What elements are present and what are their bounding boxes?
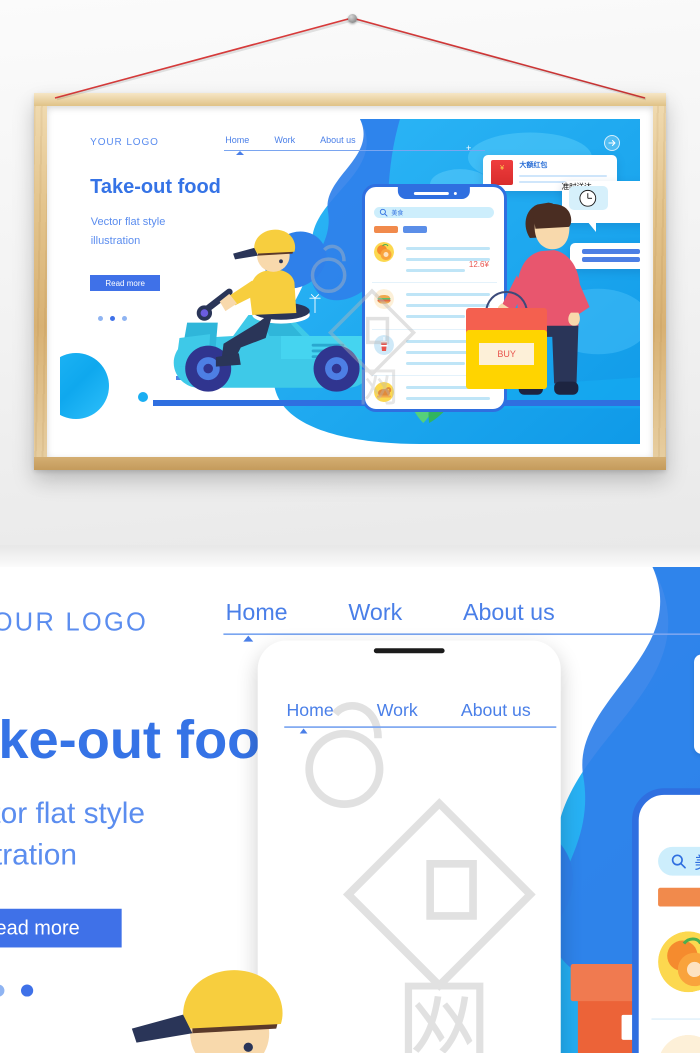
poster-subline-1: Vector flat style bbox=[90, 215, 166, 228]
tablet-nav-underline bbox=[284, 726, 557, 728]
detail-subline-2: illustration bbox=[0, 837, 77, 872]
plus-decoration: + bbox=[466, 143, 472, 154]
nav-item-about-us[interactable]: About us bbox=[320, 135, 356, 145]
tablet-top-speaker bbox=[373, 648, 445, 654]
detail-zoom-section: YOUR LOGO Home Work About us Take-out fo… bbox=[0, 567, 700, 1053]
detail-orange-fruit-icon bbox=[657, 931, 700, 992]
nav-item-work[interactable]: Work bbox=[274, 135, 295, 145]
row-1-line-1 bbox=[406, 246, 490, 250]
detail-r1-sep bbox=[651, 1018, 700, 1021]
detail-nav-about[interactable]: About us bbox=[463, 599, 555, 626]
detail-logo: YOUR LOGO bbox=[0, 607, 149, 637]
poster-canvas: YOUR LOGO Home Work About us Take-out fo… bbox=[60, 119, 640, 444]
tablet-inner-nav: Home Work About us bbox=[286, 700, 530, 720]
row-2-line-3 bbox=[406, 315, 465, 319]
arrow-right-circle-icon[interactable] bbox=[603, 135, 620, 152]
tablet-nav-work[interactable]: Work bbox=[377, 700, 418, 720]
phone-search-text: 美食 bbox=[391, 210, 404, 217]
detail-artwork: YOUR LOGO Home Work About us Take-out fo… bbox=[0, 567, 700, 1053]
detail-scooter-rider bbox=[131, 970, 283, 1053]
bag-buy-label: BUY bbox=[478, 343, 535, 366]
nav-underline bbox=[223, 149, 485, 151]
orange-tag bbox=[374, 225, 399, 233]
row-1-separator bbox=[371, 282, 497, 284]
hanger-nail bbox=[348, 14, 357, 23]
frame-mat: YOUR LOGO Home Work About us Take-out fo… bbox=[47, 106, 653, 457]
poster-headline: Take-out food bbox=[90, 175, 221, 198]
row-3-line-3 bbox=[406, 361, 465, 365]
red-packet-line-1 bbox=[519, 175, 608, 178]
price-label-1: 12.6¥ bbox=[468, 260, 489, 270]
detail-nav-home[interactable]: Home bbox=[226, 599, 288, 626]
red-envelope-icon: ¥ bbox=[491, 159, 513, 186]
detail-orange-tag bbox=[657, 887, 700, 907]
sparkle-icon bbox=[594, 155, 605, 174]
picture-frame: YOUR LOGO Home Work About us Take-out fo… bbox=[34, 93, 666, 470]
blue-tag bbox=[403, 225, 428, 233]
orange-fruit-icon bbox=[374, 242, 395, 263]
phone-tag-row bbox=[374, 225, 428, 233]
roast-chicken-icon bbox=[374, 381, 395, 402]
dot-3 bbox=[121, 315, 127, 321]
detail-phone-search-bar[interactable]: 美食 bbox=[657, 846, 700, 876]
phone-search-bar[interactable]: 美食 bbox=[374, 206, 494, 218]
detail-headline: Take-out food bbox=[0, 708, 294, 770]
dot-2 bbox=[109, 315, 115, 321]
poster-artwork: YOUR LOGO Home Work About us Take-out fo… bbox=[60, 119, 640, 444]
wall-gap-strip bbox=[0, 545, 700, 569]
decorative-dots bbox=[97, 315, 127, 321]
row-2-line-1 bbox=[406, 293, 490, 297]
row-4-line-2 bbox=[406, 397, 490, 401]
detail-hamburger-icon bbox=[660, 1034, 700, 1053]
detail-nav-underline bbox=[223, 633, 700, 636]
detail-phone-tags bbox=[657, 887, 700, 907]
detail-nav-caret bbox=[243, 635, 254, 642]
poster-logo: YOUR LOGO bbox=[90, 136, 159, 148]
shopping-bag: BUY bbox=[466, 290, 548, 389]
detail-nav: Home Work About us bbox=[226, 599, 555, 626]
nav-active-caret bbox=[236, 150, 245, 155]
yen-symbol: ¥ bbox=[500, 165, 504, 173]
row-1-line-3 bbox=[406, 268, 465, 272]
read-more-button[interactable]: Read more bbox=[90, 275, 161, 291]
phone-speaker bbox=[413, 191, 449, 195]
detail-subline-1: Vector flat style bbox=[0, 796, 145, 830]
detail-nav-work[interactable]: Work bbox=[348, 599, 402, 626]
nav-item-home[interactable]: Home bbox=[225, 135, 249, 145]
detail-phone-search-text: 美食 bbox=[694, 849, 700, 873]
phone-camera bbox=[454, 191, 458, 195]
phone-notch bbox=[397, 187, 471, 199]
hamburger-icon bbox=[374, 288, 395, 309]
dot-1 bbox=[97, 315, 103, 321]
search-icon bbox=[380, 208, 388, 217]
tablet-nav-home[interactable]: Home bbox=[286, 700, 333, 720]
detail-search-icon bbox=[671, 854, 686, 869]
detail-phone-mockup: 美食 bbox=[632, 788, 700, 1053]
sparkle-icon-2 bbox=[308, 294, 321, 314]
poster-subline-2: illustration bbox=[90, 235, 141, 248]
soft-drink-icon bbox=[374, 335, 395, 356]
detail-read-more-button[interactable]: Read more bbox=[0, 908, 122, 948]
tablet-nav-about[interactable]: About us bbox=[461, 700, 531, 720]
red-packet-title: 大额红包 bbox=[519, 162, 548, 170]
detail-red-packet-callout: ¥ 大额红包 bbox=[694, 654, 700, 754]
poster-nav: Home Work About us bbox=[225, 135, 355, 145]
tablet-nav-caret bbox=[299, 728, 308, 734]
